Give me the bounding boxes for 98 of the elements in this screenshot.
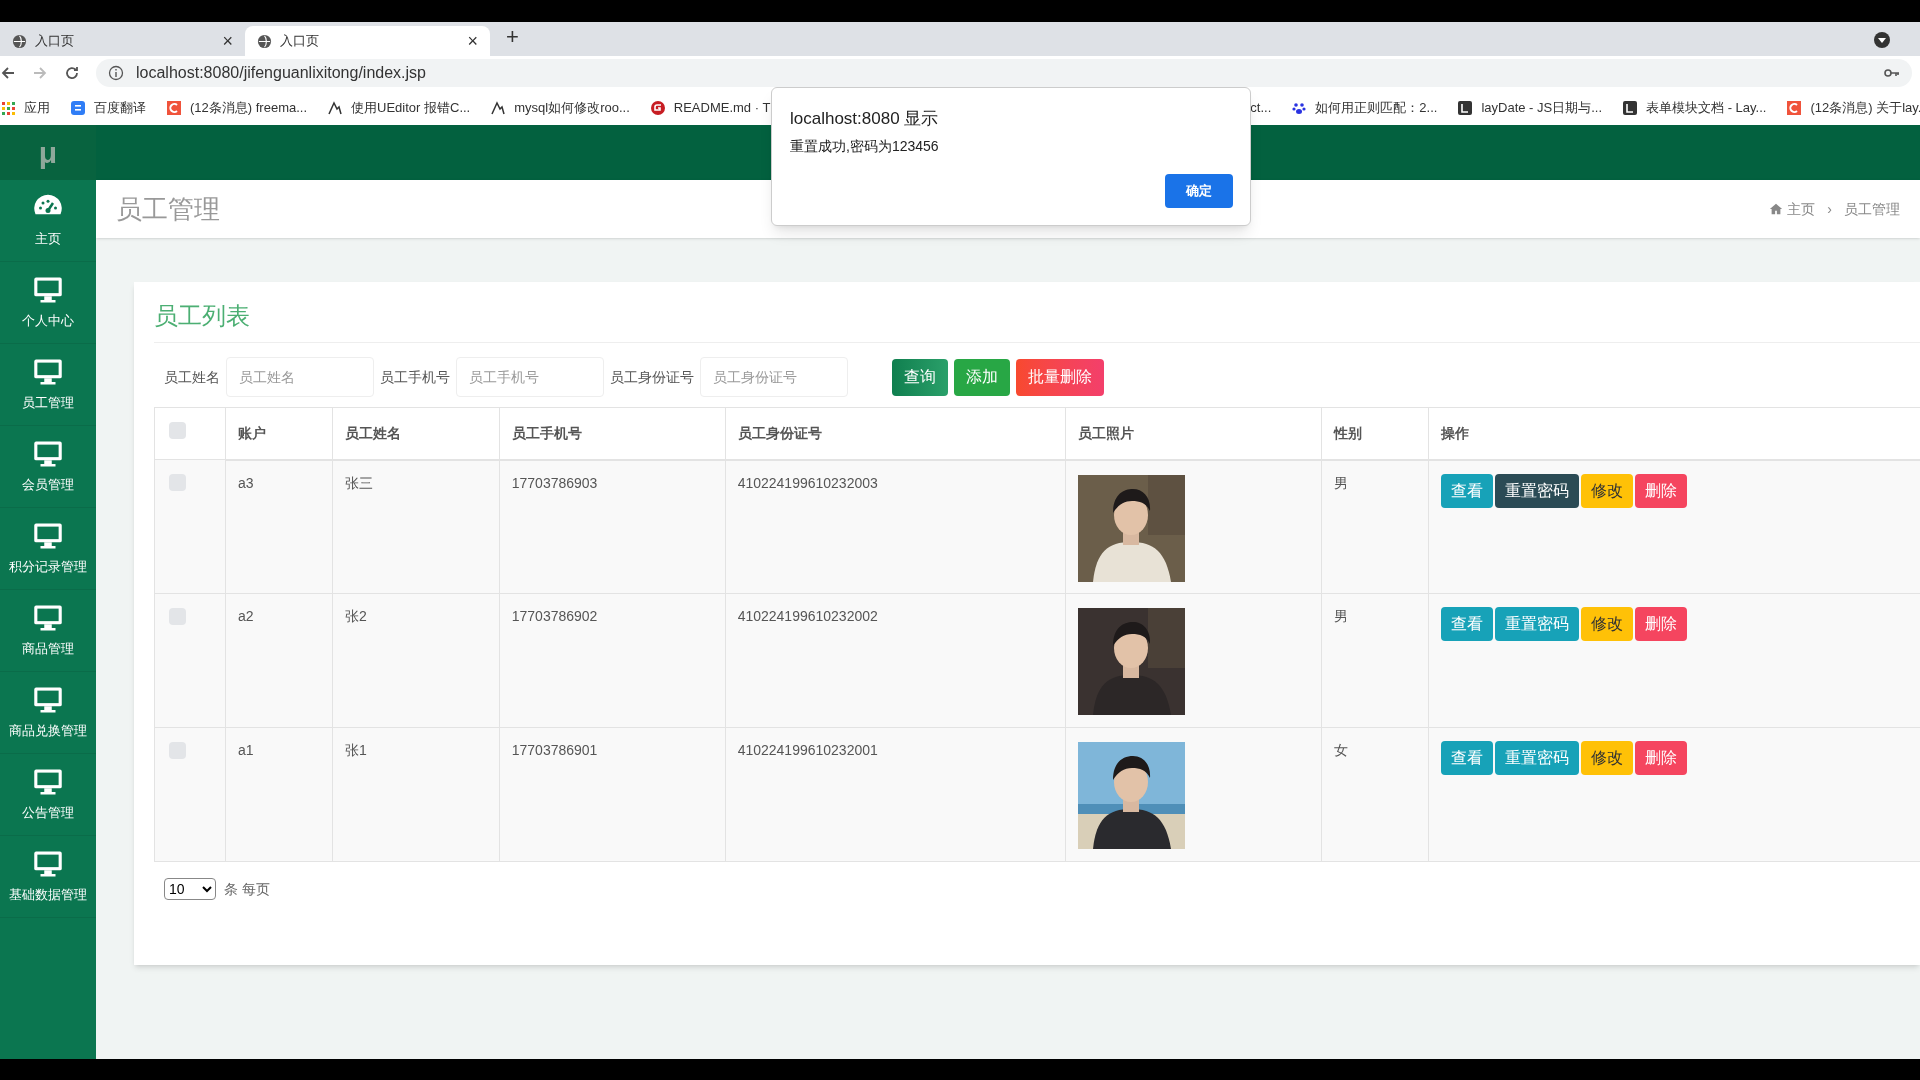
column-header: 员工照片 [1078, 424, 1135, 441]
table-cell: 女 [1334, 742, 1349, 758]
page-size-select[interactable]: 10 [164, 878, 216, 900]
bookmark-link[interactable]: layDate - JS日期与... [1481, 97, 1603, 118]
table-cell: a2 [237, 608, 254, 624]
bookmark-link[interactable]: 百度翻译 [94, 97, 146, 118]
g-logo-icon [649, 99, 666, 116]
table-cell: 男 [1334, 474, 1349, 491]
reset-password-button[interactable]: 重置密码 [1495, 473, 1580, 508]
tab-search-icon[interactable] [1874, 32, 1890, 48]
new-tab-button[interactable]: + [506, 20, 519, 53]
breadcrumb-link[interactable]: 员工管理 [1844, 198, 1900, 220]
bookmark-link[interactable]: 应用 [24, 97, 50, 118]
sidebar-item[interactable]: 会员管理 [0, 426, 96, 508]
filter-input[interactable]: 员工手机号 [456, 357, 604, 397]
reload-icon[interactable] [64, 65, 80, 81]
globe-icon [257, 33, 272, 49]
column-header: 操作 [1441, 424, 1470, 441]
back-icon[interactable] [0, 65, 16, 81]
filter-label: 员工身份证号 [610, 367, 694, 387]
delete-button[interactable]: 删除 [1635, 473, 1688, 508]
filter-label: 员工姓名 [164, 367, 220, 387]
filter-label: 员工手机号 [380, 367, 450, 387]
edit-button[interactable]: 修改 [1581, 741, 1634, 775]
delete-button[interactable]: 删除 [1635, 741, 1688, 775]
table-cell: 张1 [344, 742, 367, 758]
view-button[interactable]: 查看 [1441, 473, 1494, 508]
translate-icon [70, 99, 86, 116]
table-cell: 410224199610232002 [737, 608, 878, 624]
table-cell: 张2 [344, 608, 367, 624]
sidebar-item[interactable]: 个人中心 [0, 262, 96, 344]
bookmark-icon [1622, 99, 1639, 116]
apps-grid-icon [0, 99, 16, 116]
close-tab-button[interactable]: × [222, 27, 233, 55]
forward-icon[interactable] [32, 65, 48, 81]
sidebar-item[interactable]: 积分记录管理 [0, 508, 96, 590]
dialog-title: localhost:8080 显示 [790, 108, 939, 130]
bookmark-icon [1457, 99, 1474, 116]
sidebar-item[interactable]: 公告管理 [0, 754, 96, 836]
reset-password-button[interactable]: 重置密码 [1495, 741, 1580, 775]
bookmark-link[interactable]: ct... [1250, 97, 1272, 118]
breadcrumb-link[interactable]: 主页 [1787, 198, 1816, 220]
table-cell: 410224199610232003 [737, 474, 878, 491]
delete-button[interactable]: 删除 [1635, 607, 1688, 641]
letter-c-icon [166, 99, 182, 116]
reset-password-button[interactable]: 重置密码 [1495, 607, 1580, 641]
column-header: 员工姓名 [344, 424, 401, 441]
table-cell: 张三 [344, 474, 373, 491]
column-header: 员工手机号 [511, 424, 582, 441]
logo: μ [38, 135, 58, 171]
home-icon [1769, 202, 1784, 216]
table-cell: 17703786901 [511, 742, 598, 758]
page-title: 员工管理 [116, 192, 220, 226]
link-icon [327, 99, 344, 116]
column-header: 员工身份证号 [737, 424, 822, 441]
add-button[interactable]: 添加 [954, 358, 1010, 396]
link-icon [490, 99, 507, 116]
table-cell: 17703786902 [511, 608, 598, 624]
table-cell: 17703786903 [511, 474, 598, 491]
table-cell: a1 [237, 742, 254, 758]
table-cell: 男 [1334, 608, 1349, 624]
bookmark-link[interactable]: (12条消息) 关于lay. [1810, 97, 1920, 118]
breadcrumb-separator: › [1827, 199, 1832, 219]
bookmark-link[interactable]: 使用UEditor 报错C... [351, 97, 471, 118]
url-text: localhost:8080/jifenguanlixitong/index.jsp [136, 63, 426, 83]
batch-delete-button[interactable]: 批量删除 [1016, 358, 1104, 396]
view-button[interactable]: 查看 [1441, 741, 1494, 775]
search-button[interactable]: 查询 [892, 358, 948, 396]
sidebar-item[interactable]: 主页 [0, 180, 96, 262]
edit-button[interactable]: 修改 [1581, 473, 1634, 508]
globe-icon [12, 33, 27, 49]
table-cell: 410224199610232001 [737, 742, 878, 758]
column-header: 账户 [237, 424, 266, 441]
sidebar-item[interactable]: 基础数据管理 [0, 836, 96, 918]
bookmark-link[interactable]: README.md · T [673, 97, 771, 118]
page-size-label: 条 每页 [224, 879, 270, 899]
ok-button[interactable]: 确定 [1165, 174, 1233, 208]
sidebar-item[interactable]: 商品管理 [0, 590, 96, 672]
bookmark-link[interactable]: (12条消息) freema... [190, 97, 308, 118]
sidebar-item[interactable]: 商品兑换管理 [0, 672, 96, 754]
bookmark-link[interactable]: 表单模块文档 - Lay... [1646, 97, 1767, 118]
table-cell: a3 [237, 474, 254, 491]
bookmark-link[interactable]: 如何用正则匹配：2... [1315, 97, 1438, 118]
filter-input[interactable]: 员工姓名 [226, 357, 374, 397]
address-bar[interactable]: localhost:8080/jifenguanlixitong/index.jsp [96, 59, 1912, 87]
checkbox[interactable] [169, 422, 186, 439]
filter-input[interactable]: 员工身份证号 [700, 357, 848, 397]
card-title: 员工列表 [154, 302, 250, 329]
bookmark-link[interactable]: mysql如何修改roo... [514, 97, 630, 118]
info-icon [108, 65, 124, 81]
view-button[interactable]: 查看 [1441, 607, 1494, 641]
dialog-message: 重置成功,密码为123456 [790, 137, 939, 156]
browser-tab[interactable]: 入口页 × [245, 26, 490, 56]
column-header: 性别 [1334, 424, 1363, 441]
letter-c-icon [1786, 99, 1803, 116]
edit-button[interactable]: 修改 [1581, 607, 1634, 641]
close-tab-button[interactable]: × [467, 27, 478, 55]
sidebar-item[interactable]: 员工管理 [0, 344, 96, 426]
